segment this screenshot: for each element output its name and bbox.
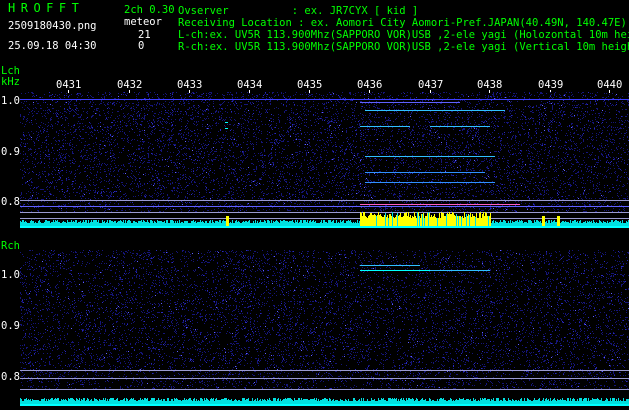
noise-layer [20, 250, 629, 390]
reference-line [20, 218, 629, 219]
signal-streak [20, 206, 629, 207]
reference-line [20, 389, 629, 390]
filename-label: 2509180430.png [8, 20, 97, 32]
rch-ytick-1-0: 1.0 [1, 269, 20, 281]
signal-streak [365, 182, 495, 183]
app-brand: HROFFT [8, 1, 85, 15]
observer-line: Ovserver : ex. JR7CYX [ kid ] [178, 5, 419, 17]
lch-info-line: L-ch:ex. UV5R 113.900Mhz(SAPPORO VOR)USB… [178, 29, 629, 41]
rch-title: Rch [1, 240, 20, 252]
level-baseline [20, 404, 629, 406]
signal-streak [430, 126, 490, 127]
rch-ytick-0-8: 0.8 [1, 371, 20, 383]
datetime-label: 25.09.18 04:30 [8, 40, 97, 52]
lch-ytick-0-9: 0.9 [1, 146, 20, 158]
reference-line [20, 200, 629, 201]
signal-streak [225, 128, 228, 129]
signal-streak [430, 270, 490, 271]
lch-spectrogram [20, 92, 629, 232]
reference-line [20, 212, 629, 213]
meteor-label: meteor [124, 16, 162, 28]
rch-ytick-0-9: 0.9 [1, 320, 20, 332]
signal-streak [225, 122, 228, 123]
location-line: Receiving Location : ex. Aomori City Aom… [178, 17, 627, 29]
level-bars [20, 398, 629, 404]
signal-streak [360, 265, 420, 266]
signal-streak [365, 110, 505, 111]
lch-ytick-1-0: 1.0 [1, 95, 20, 107]
signal-streak [360, 102, 460, 103]
reference-line [20, 378, 629, 379]
mode-label: 2ch 0.30 [124, 4, 175, 16]
signal-streak [360, 204, 520, 205]
signal-streak [360, 126, 410, 127]
lch-ytick-0-8: 0.8 [1, 196, 20, 208]
level-baseline [20, 226, 629, 228]
reference-line [20, 370, 629, 371]
rch-spectrogram [20, 250, 629, 410]
rch-meteor-count: 0 [138, 40, 145, 52]
lch-title: Lch [1, 65, 20, 77]
signal-streak [365, 172, 485, 173]
lch-unit: kHz [1, 76, 20, 88]
noise-layer [20, 92, 629, 212]
signal-streak [365, 156, 495, 157]
rch-info-line: R-ch:ex. UV5R 113.900Mhz(SAPPORO VOR)USB… [178, 41, 629, 53]
signal-streak [20, 99, 629, 100]
